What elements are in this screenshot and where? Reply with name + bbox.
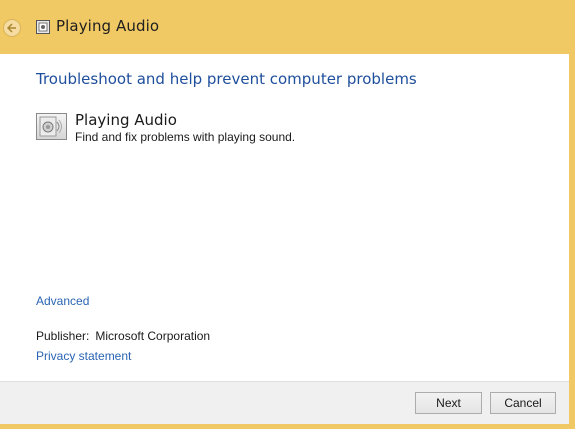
window-frame: Playing Audio Troubleshoot and help prev…: [0, 0, 575, 429]
back-button[interactable]: [3, 19, 21, 37]
privacy-statement-link[interactable]: Privacy statement: [36, 349, 131, 363]
back-arrow-icon: [7, 23, 16, 33]
main-content: Troubleshoot and help prevent computer p…: [0, 54, 569, 381]
troubleshooter-title: Playing Audio: [75, 111, 177, 129]
next-button[interactable]: Next: [415, 392, 482, 414]
cancel-button[interactable]: Cancel: [490, 392, 556, 414]
advanced-link[interactable]: Advanced: [36, 294, 89, 308]
publisher-label: Publisher:: [36, 329, 90, 343]
troubleshooter-icon: [36, 20, 50, 34]
title-bar: Playing Audio: [0, 0, 575, 54]
window-title: Playing Audio: [56, 17, 160, 35]
publisher-info: Publisher: Microsoft Corporation: [36, 329, 210, 343]
publisher-value: Microsoft Corporation: [95, 329, 211, 343]
button-bar: Next Cancel: [0, 381, 569, 424]
troubleshooter-description: Find and fix problems with playing sound…: [75, 130, 296, 144]
speaker-icon: [36, 113, 67, 140]
page-heading: Troubleshoot and help prevent computer p…: [36, 70, 417, 88]
